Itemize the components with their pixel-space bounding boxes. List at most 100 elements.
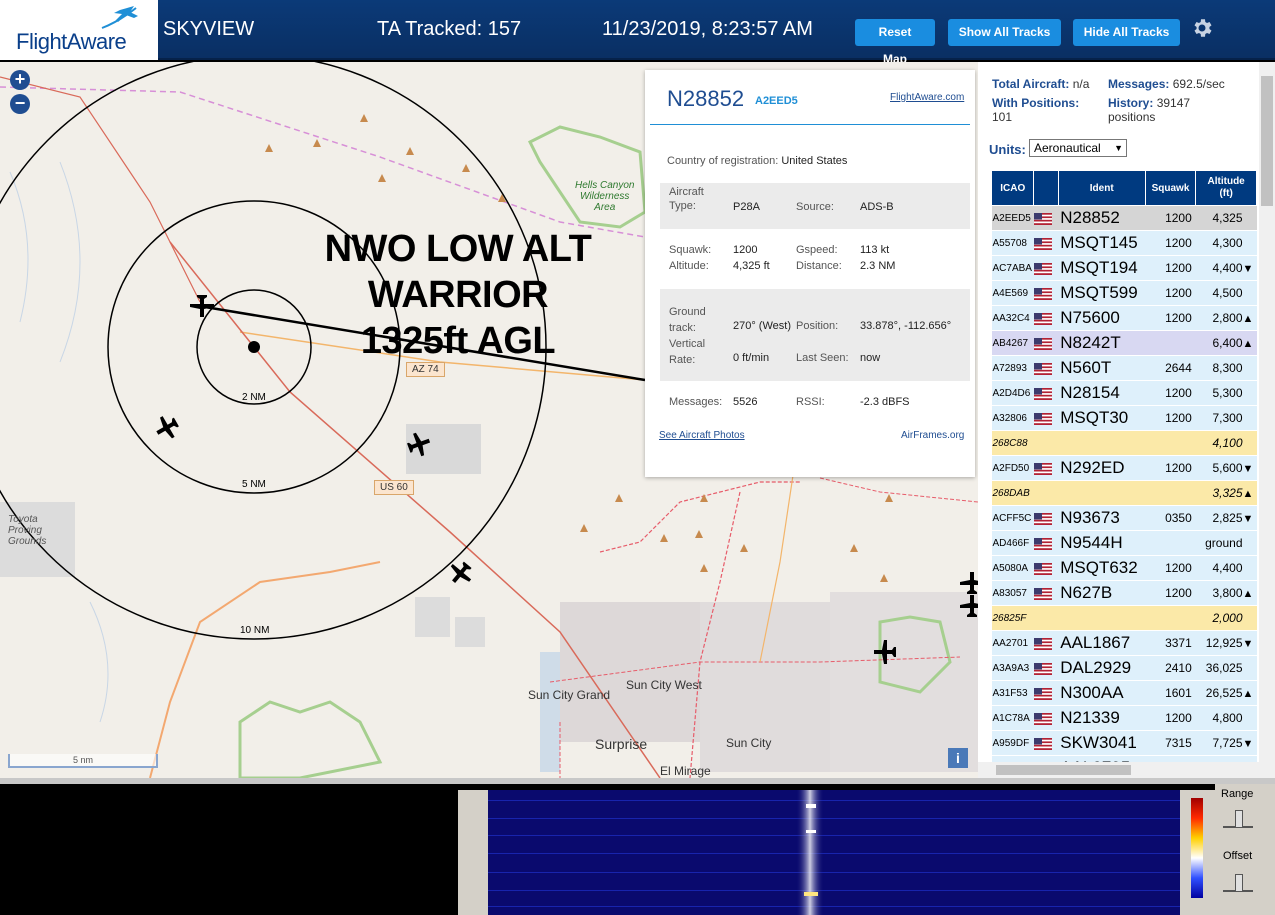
- table-row[interactable]: A72893 N560T 2644 8,300: [991, 355, 1257, 381]
- annotation-line-2: 1325ft AGL: [360, 320, 556, 362]
- aircraft-icon[interactable]: [151, 412, 182, 444]
- table-row[interactable]: A3A9A3 DAL2929 2410 36,025: [991, 655, 1257, 681]
- table-row[interactable]: A4E569 MSQT599 1200 4,500: [991, 280, 1257, 306]
- vertical-scroll-thumb[interactable]: [1261, 76, 1273, 206]
- col-squawk[interactable]: Squawk: [1144, 170, 1197, 206]
- logo-text: FlightAware: [16, 29, 127, 54]
- cell-altitude: 8,300: [1195, 355, 1257, 381]
- messages-rate-value: 692.5/sec: [1172, 77, 1225, 91]
- aircraft-type-label: Aircraft Type:: [669, 186, 704, 212]
- cell-squawk: 1200: [1145, 555, 1196, 581]
- table-row[interactable]: A2FD50 N292ED 1200 5,600▼: [991, 455, 1257, 481]
- table-row[interactable]: 26825F 2,000: [991, 605, 1257, 631]
- cell-altitude: 4,400: [1195, 555, 1257, 581]
- cell-squawk: [1145, 605, 1196, 631]
- horizontal-scroll-thumb[interactable]: [996, 765, 1131, 775]
- units-select[interactable]: Aeronautical: [1029, 139, 1127, 157]
- zoom-in-button[interactable]: +: [10, 70, 30, 90]
- cell-squawk: 1601: [1145, 680, 1196, 706]
- aircraft-icon[interactable]: [960, 572, 978, 594]
- table-row[interactable]: A31F53 N300AA 1601 26,525▲: [991, 680, 1257, 706]
- aircraft-table: ICAO Ident Squawk Altitude (ft) A2EED5 N2…: [990, 170, 1257, 778]
- table-row[interactable]: A55708 MSQT145 1200 4,300: [991, 230, 1257, 256]
- source-label: Source:: [796, 201, 834, 213]
- cell-icao: A2EED5: [991, 205, 1034, 231]
- table-row[interactable]: A2EED5 N28852 1200 4,325: [991, 205, 1257, 231]
- place-surprise: Surprise: [595, 736, 648, 752]
- flag-icon: [1033, 605, 1059, 631]
- cell-icao: A3A9A3: [991, 655, 1034, 681]
- table-row[interactable]: AA32C4 N75600 1200 2,800▲: [991, 305, 1257, 331]
- reset-map-button[interactable]: Reset Map: [855, 19, 935, 66]
- trend-icon: ▲: [1242, 688, 1254, 700]
- aircraft-icon[interactable]: [444, 557, 477, 589]
- aircraft-photos-link[interactable]: See Aircraft Photos: [659, 430, 745, 441]
- col-altitude[interactable]: Altitude (ft): [1195, 170, 1257, 206]
- altitude-value: 4,300: [1212, 236, 1243, 250]
- table-row[interactable]: A959DF SKW3041 7315 7,725▼: [991, 730, 1257, 756]
- zoom-out-button[interactable]: −: [10, 94, 30, 114]
- trend-icon: ▼: [1242, 463, 1254, 475]
- gspeed-label: Gspeed:: [796, 244, 838, 256]
- table-row[interactable]: AC7ABA MSQT194 1200 4,400▼: [991, 255, 1257, 281]
- table-row[interactable]: AA2701 AAL1867 3371 12,925▼: [991, 630, 1257, 656]
- flightaware-logo[interactable]: FlightAware: [0, 0, 158, 60]
- flag-icon: [1033, 255, 1059, 281]
- cell-icao: AA32C4: [991, 305, 1034, 331]
- hide-all-tracks-button[interactable]: Hide All Tracks: [1073, 19, 1180, 46]
- altitude-value: 7,300: [1212, 411, 1243, 425]
- col-icao[interactable]: ICAO: [990, 170, 1035, 206]
- table-row[interactable]: A1C78A N21339 1200 4,800: [991, 705, 1257, 731]
- table-row[interactable]: 268DAB 3,325▲: [991, 480, 1257, 506]
- trend-icon: ▼: [1242, 738, 1254, 750]
- gspeed-value: 113 kt: [860, 244, 890, 256]
- gear-icon[interactable]: [1190, 16, 1214, 40]
- range-label-2nm: 2 NM: [242, 392, 266, 403]
- aircraft-icon[interactable]: [190, 295, 214, 317]
- airframes-link[interactable]: AirFrames.org: [901, 430, 964, 441]
- cell-ident: N9544H: [1058, 530, 1146, 556]
- range-slider[interactable]: [1223, 808, 1253, 828]
- cell-altitude: 5,600▼: [1195, 455, 1257, 481]
- info-button[interactable]: i: [948, 748, 968, 768]
- horizontal-scrollbar[interactable]: [978, 762, 1275, 778]
- flag-icon: [1033, 530, 1059, 556]
- cell-squawk: 1200: [1145, 255, 1196, 281]
- history-unit: positions: [1108, 110, 1156, 124]
- altitude-value: 36,025: [1205, 661, 1243, 675]
- cell-altitude: 5,300: [1195, 380, 1257, 406]
- offset-slider[interactable]: [1223, 872, 1253, 892]
- table-row[interactable]: A5080A MSQT632 1200 4,400: [991, 555, 1257, 581]
- table-row[interactable]: ACFF5C N93673 0350 2,825▼: [991, 505, 1257, 531]
- altitude-value: 3,325: [1212, 486, 1243, 500]
- table-row[interactable]: AD466F N9544H ground: [991, 530, 1257, 556]
- col-ident[interactable]: Ident: [1057, 170, 1146, 206]
- altitude-value: 8,300: [1212, 361, 1243, 375]
- table-row[interactable]: AB4267 N8242T 6,400▲: [991, 330, 1257, 356]
- cell-squawk: [1145, 480, 1196, 506]
- track-label: Ground track:: [669, 306, 706, 334]
- range-label-10nm: 10 NM: [240, 625, 270, 636]
- messages-value: 5526: [733, 396, 758, 408]
- cell-icao: A55708: [991, 230, 1034, 256]
- show-all-tracks-button[interactable]: Show All Tracks: [948, 19, 1061, 46]
- cell-icao: AB4267: [991, 330, 1034, 356]
- flag-icon: [1033, 230, 1059, 256]
- cell-icao: A5080A: [991, 555, 1034, 581]
- cell-ident: SKW3041: [1058, 730, 1146, 756]
- table-row[interactable]: A2D4D6 N28154 1200 5,300: [991, 380, 1257, 406]
- altitude-value: 2,000: [1212, 611, 1243, 625]
- app-title: SKYVIEW: [163, 18, 255, 40]
- table-row[interactable]: 268C88 4,100: [991, 430, 1257, 456]
- waterfall-noise: [488, 790, 1180, 915]
- cell-altitude: 6,400▲: [1195, 330, 1257, 356]
- flag-icon: [1033, 730, 1059, 756]
- range-label-5nm: 5 NM: [242, 479, 266, 490]
- altitude-value: ground: [1205, 536, 1243, 550]
- table-row[interactable]: A32806 MSQT30 1200 7,300: [991, 405, 1257, 431]
- flightaware-link[interactable]: FlightAware.com: [890, 92, 964, 103]
- col-flag[interactable]: [1033, 170, 1059, 206]
- cell-altitude: 4,400▼: [1195, 255, 1257, 281]
- table-row[interactable]: A83057 N627B 1200 3,800▲: [991, 580, 1257, 606]
- vertical-scrollbar[interactable]: [1259, 62, 1275, 762]
